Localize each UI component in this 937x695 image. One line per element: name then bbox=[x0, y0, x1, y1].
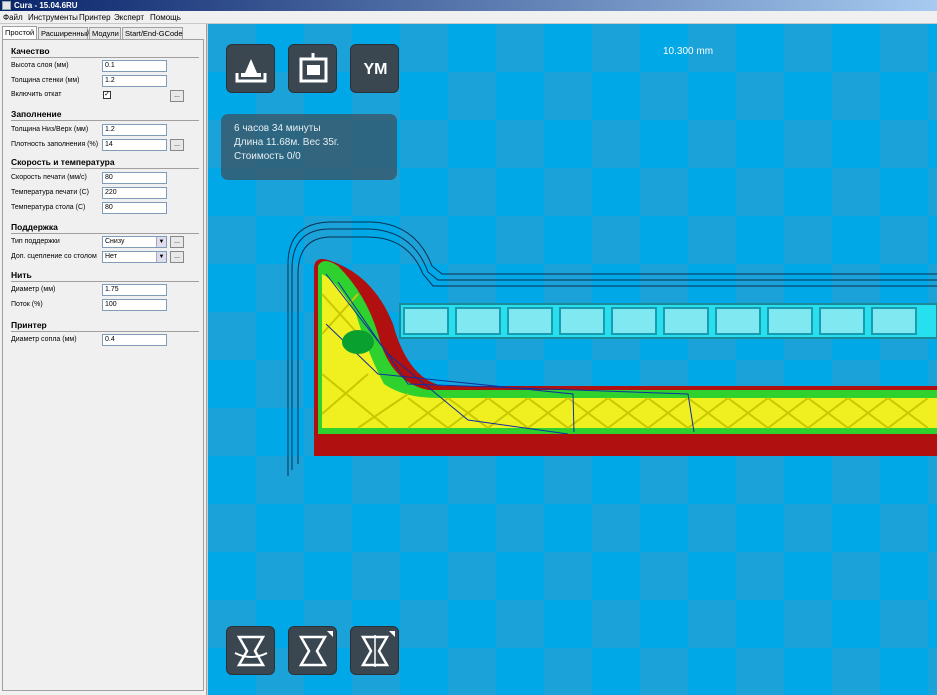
support-type-label: Тип поддержки bbox=[11, 238, 60, 245]
menu-expert[interactable]: Эксперт bbox=[114, 11, 144, 24]
support-settings-button[interactable]: ... bbox=[170, 236, 184, 248]
fill-density-input[interactable]: 14 bbox=[102, 139, 167, 151]
menu-bar: Файл Инструменты Принтер Эксперт Помощь bbox=[0, 11, 937, 24]
adhesion-select[interactable]: Нет ▼ bbox=[102, 251, 167, 263]
mirror-icon bbox=[360, 631, 395, 667]
load-model-icon bbox=[235, 59, 267, 83]
base-wall bbox=[314, 434, 937, 456]
fill-density-label: Плотность заполнения (%) bbox=[11, 141, 99, 148]
support-blob bbox=[342, 330, 374, 354]
section-machine-title: Принтер bbox=[11, 320, 47, 330]
ym-view-icon: YM bbox=[363, 61, 388, 78]
section-fill-title: Заполнение bbox=[11, 109, 62, 119]
title-bar: Cura - 15.04.6RU bbox=[0, 0, 937, 11]
fill-settings-button[interactable]: ... bbox=[170, 139, 184, 151]
retraction-label: Включить откат bbox=[11, 91, 62, 98]
layer-height-readout: 10.300 mm bbox=[663, 46, 714, 57]
scale-icon bbox=[298, 631, 333, 667]
menu-printer[interactable]: Принтер bbox=[79, 11, 111, 24]
ym-view-button[interactable]: YM bbox=[350, 44, 399, 93]
layer-viewport[interactable]: YM 6 часов 34 минуты Длина 11.68м. Вес 3… bbox=[208, 24, 937, 695]
basic-tab-page: Качество Высота слоя (мм) 0.1 Толщина ст… bbox=[2, 39, 204, 691]
section-divider bbox=[11, 281, 199, 282]
print-cost-text: Стоимость 0/0 bbox=[234, 151, 301, 162]
chevron-down-icon: ▼ bbox=[156, 252, 166, 262]
section-divider bbox=[11, 57, 199, 58]
menu-tools[interactable]: Инструменты bbox=[28, 11, 78, 24]
wall-thickness-input[interactable]: 1.2 bbox=[102, 75, 167, 87]
adhesion-settings-button[interactable]: ... bbox=[170, 251, 184, 263]
layer-height-label: Высота слоя (мм) bbox=[11, 62, 69, 69]
support-type-value: Снизу bbox=[105, 238, 125, 245]
bottom-top-label: Толщина Низ/Верх (мм) bbox=[11, 126, 89, 133]
print-temp-label: Температура печати (C) bbox=[11, 189, 89, 196]
bed-temp-input[interactable]: 80 bbox=[102, 202, 167, 214]
section-divider bbox=[11, 331, 199, 332]
section-filament-title: Нить bbox=[11, 270, 32, 280]
section-speed-title: Скорость и температура bbox=[11, 157, 115, 167]
nozzle-input[interactable]: 0.4 bbox=[102, 334, 167, 346]
layer-height-input[interactable]: 0.1 bbox=[102, 60, 167, 72]
filament-length-weight-text: Длина 11.68м. Вес 35г. bbox=[234, 137, 340, 148]
wall-thickness-label: Толщина стенки (мм) bbox=[11, 77, 80, 84]
print-speed-label: Скорость печати (мм/с) bbox=[11, 174, 87, 181]
section-divider bbox=[11, 168, 199, 169]
section-divider bbox=[11, 120, 199, 121]
support-type-select[interactable]: Снизу ▼ bbox=[102, 236, 167, 248]
flow-label: Поток (%) bbox=[11, 301, 43, 308]
rotate-button[interactable] bbox=[226, 626, 275, 675]
infill-area bbox=[322, 274, 937, 428]
print-info-box: 6 часов 34 минуты Длина 11.68м. Вес 35г.… bbox=[221, 114, 397, 180]
bottom-top-input[interactable]: 1.2 bbox=[102, 124, 167, 136]
chevron-down-icon: ▼ bbox=[156, 237, 166, 247]
diameter-label: Диаметр (мм) bbox=[11, 286, 56, 293]
section-quality-title: Качество bbox=[11, 46, 50, 56]
print-speed-input[interactable]: 80 bbox=[102, 172, 167, 184]
section-support-title: Поддержка bbox=[11, 222, 58, 232]
printer-icon bbox=[299, 53, 328, 83]
retraction-checkbox[interactable]: ✓ bbox=[103, 91, 111, 99]
settings-panel: Простой Расширенный Модули Start/End-GCo… bbox=[0, 24, 207, 695]
cura-app-icon bbox=[2, 1, 11, 10]
scale-button[interactable] bbox=[288, 626, 337, 675]
flow-input[interactable]: 100 bbox=[102, 299, 167, 311]
print-temp-input[interactable]: 220 bbox=[102, 187, 167, 199]
section-divider bbox=[11, 233, 199, 234]
retraction-settings-button[interactable]: ... bbox=[170, 90, 184, 102]
load-model-button[interactable] bbox=[226, 44, 275, 93]
rotate-icon bbox=[234, 635, 268, 667]
diameter-input[interactable]: 1.75 bbox=[102, 284, 167, 296]
menu-help[interactable]: Помощь bbox=[150, 11, 181, 24]
bed-temp-label: Температура стола (C) bbox=[11, 204, 86, 211]
print-time-text: 6 часов 34 минуты bbox=[234, 123, 321, 134]
print-button[interactable] bbox=[288, 44, 337, 93]
tab-basic[interactable]: Простой bbox=[2, 26, 37, 40]
menu-file[interactable]: Файл bbox=[3, 11, 23, 24]
mirror-button[interactable] bbox=[350, 626, 399, 675]
adhesion-value: Нет bbox=[105, 253, 117, 260]
adhesion-label: Доп. сцепление со столом bbox=[11, 253, 97, 260]
nozzle-label: Диаметр сопла (мм) bbox=[11, 336, 77, 343]
window-title: Cura - 15.04.6RU bbox=[14, 1, 78, 10]
